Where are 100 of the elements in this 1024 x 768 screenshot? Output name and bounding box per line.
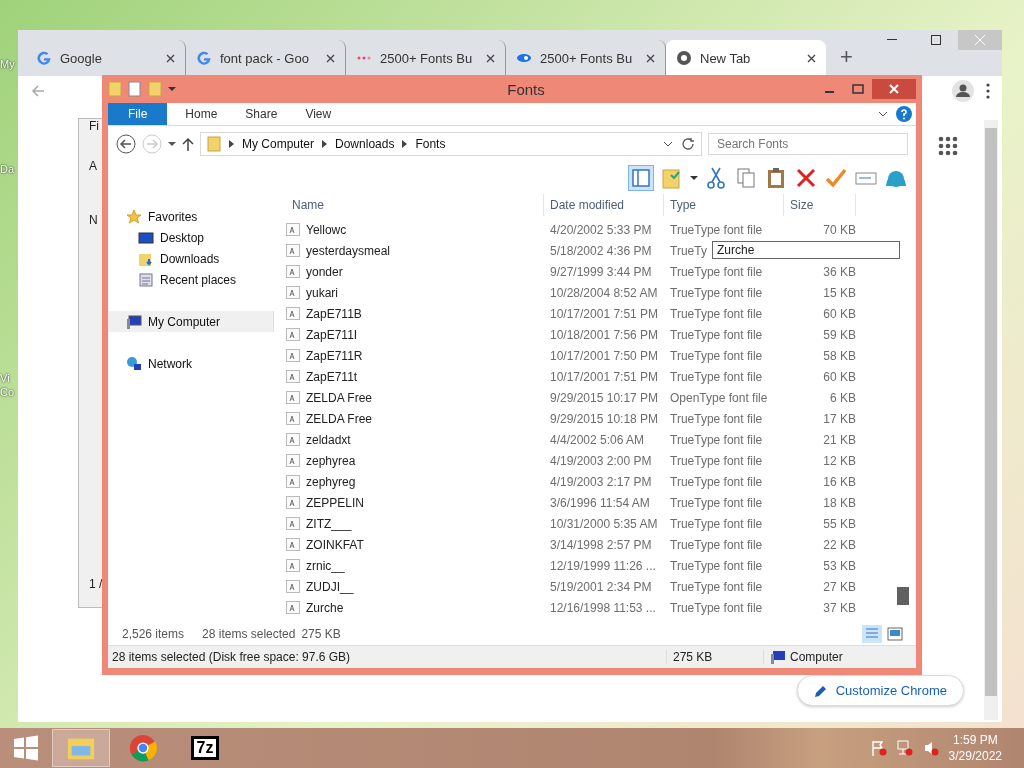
table-cell-text: 12/19/1999 11:26 ... bbox=[549, 558, 657, 573]
chevron-right-icon[interactable] bbox=[322, 140, 328, 148]
file-name[interactable]: zeldadxt bbox=[306, 432, 351, 447]
file-name[interactable]: ZapE711B bbox=[306, 306, 362, 321]
table-cell: TrueType font file bbox=[670, 558, 763, 573]
chevron-down-icon[interactable] bbox=[663, 141, 673, 147]
help-icon[interactable] bbox=[896, 106, 912, 122]
close-icon[interactable] bbox=[166, 53, 175, 63]
browser-tab[interactable]: New Tab bbox=[666, 40, 826, 76]
app-logo: 7z bbox=[190, 736, 220, 760]
nav-item[interactable]: Favorites bbox=[108, 206, 274, 227]
flag-icon[interactable] bbox=[870, 740, 887, 756]
speaker-muted-icon[interactable] bbox=[922, 740, 939, 756]
font-file-icon bbox=[286, 496, 300, 509]
computer-icon bbox=[126, 313, 142, 330]
ribbon-tab[interactable]: Share bbox=[231, 103, 292, 125]
font-file-icon bbox=[286, 307, 300, 320]
file-name[interactable]: zephyreg bbox=[306, 474, 356, 489]
file-name[interactable]: ZELDA Free bbox=[306, 390, 373, 405]
breadcrumb[interactable]: Fonts bbox=[415, 137, 446, 151]
close-icon[interactable] bbox=[807, 53, 816, 63]
file-name[interactable]: ZELDA Free bbox=[306, 411, 373, 426]
file-name[interactable]: zrnic__ bbox=[306, 558, 345, 573]
windows-logo-icon[interactable] bbox=[13, 735, 39, 761]
network-icon bbox=[126, 355, 142, 372]
rename-field[interactable]: Zurche bbox=[712, 241, 900, 259]
file-name[interactable]: ZapE711I bbox=[306, 327, 358, 342]
table-cell: TrueType font file bbox=[670, 453, 763, 468]
customize-chrome-button[interactable]: Customize Chrome bbox=[796, 675, 964, 706]
new-tab-button[interactable]: + bbox=[840, 44, 853, 70]
window-title: Fonts bbox=[506, 80, 546, 98]
nav-item[interactable]: Downloads bbox=[108, 248, 274, 269]
table-cell: TrueTy bbox=[670, 243, 707, 258]
table-cell: 18 KB bbox=[823, 495, 856, 510]
chrome-icon bbox=[128, 733, 158, 763]
table-cell-text: 10/17/2001 7:50 PM bbox=[549, 348, 660, 363]
file-name[interactable]: zephyrea bbox=[306, 453, 356, 468]
table-cell: TrueType font file bbox=[670, 579, 763, 594]
ribbon-tab[interactable]: Home bbox=[171, 103, 232, 125]
checkmark-icon[interactable] bbox=[824, 166, 848, 190]
file-name[interactable]: ZITZ___ bbox=[306, 516, 352, 531]
star-icon bbox=[126, 208, 142, 225]
pencil-icon bbox=[813, 683, 828, 698]
file-name[interactable]: ZapE711R bbox=[306, 348, 363, 363]
apps-grid-icon[interactable] bbox=[938, 136, 958, 156]
preview-pane-icon[interactable] bbox=[628, 165, 654, 191]
chevron-right-icon[interactable] bbox=[402, 140, 408, 148]
file-name[interactable]: Zurche bbox=[306, 600, 344, 615]
more-options-icon[interactable] bbox=[986, 83, 990, 99]
scissors-icon[interactable] bbox=[704, 166, 728, 190]
nav-item[interactable]: Recent places bbox=[108, 269, 274, 290]
refresh-icon[interactable] bbox=[681, 137, 695, 151]
delete-icon[interactable] bbox=[794, 166, 818, 190]
table-cell: TrueType font file bbox=[670, 285, 763, 300]
file-name[interactable]: yukari bbox=[306, 285, 338, 300]
file-name[interactable]: yesterdaysmeal bbox=[306, 243, 391, 258]
table-cell-text: 3/6/1996 11:54 AM bbox=[549, 495, 651, 510]
font-file-icon bbox=[286, 349, 300, 362]
document-icon[interactable] bbox=[128, 81, 142, 97]
column-header[interactable]: Date modified bbox=[544, 194, 664, 216]
chevron-right-icon[interactable] bbox=[229, 140, 234, 148]
file-name[interactable]: yonder bbox=[306, 264, 343, 279]
taskbar-app[interactable]: 7z bbox=[176, 729, 234, 767]
profile-icon[interactable] bbox=[952, 80, 974, 102]
up-arrow-icon[interactable] bbox=[182, 137, 194, 151]
dropdown-icon[interactable] bbox=[168, 141, 176, 147]
close-button[interactable] bbox=[872, 79, 916, 99]
network-icon[interactable] bbox=[896, 740, 913, 756]
dropdown-icon[interactable] bbox=[690, 175, 698, 181]
item-count: 2,526 items bbox=[122, 627, 185, 641]
nav-item[interactable]: My Computer bbox=[108, 311, 274, 332]
font-file-icon bbox=[286, 412, 300, 425]
address-bar[interactable]: My Computer Downloads Fonts bbox=[200, 132, 702, 156]
file-name[interactable]: ZapE711t bbox=[306, 369, 358, 384]
ribbon-tab[interactable]: View bbox=[291, 103, 346, 125]
table-cell: 17 KB bbox=[823, 411, 856, 426]
close-icon[interactable] bbox=[326, 53, 335, 63]
chevron-down-icon[interactable] bbox=[878, 111, 888, 117]
file-name[interactable]: ZUDJI__ bbox=[306, 579, 354, 594]
table-cell: TrueType font file bbox=[670, 264, 763, 279]
close-icon[interactable] bbox=[486, 53, 495, 63]
breadcrumb[interactable]: Downloads bbox=[335, 137, 395, 151]
file-name[interactable]: Yellowc bbox=[306, 222, 347, 237]
search-field[interactable]: Search Fonts bbox=[708, 133, 908, 155]
nav-item[interactable]: Network bbox=[108, 353, 274, 374]
file-name[interactable]: ZEPPELIN bbox=[306, 495, 365, 510]
nav-item[interactable]: Desktop bbox=[108, 227, 274, 248]
breadcrumb[interactable]: My Computer bbox=[242, 137, 315, 151]
scrollbar[interactable] bbox=[984, 120, 998, 720]
computer-icon bbox=[770, 650, 786, 664]
column-header[interactable]: Type bbox=[664, 194, 784, 216]
table-cell: 55 KB bbox=[823, 516, 856, 531]
column-header[interactable]: Name bbox=[286, 194, 544, 216]
close-icon[interactable] bbox=[646, 53, 655, 63]
window-text: A bbox=[89, 159, 97, 173]
thumbnail-view-icon[interactable] bbox=[886, 625, 904, 643]
file-name[interactable]: ZOINKFAT bbox=[306, 537, 364, 552]
table-cell: 21 KB bbox=[823, 432, 856, 447]
dropdown-icon[interactable] bbox=[168, 86, 176, 92]
column-header[interactable]: Size bbox=[784, 194, 856, 216]
